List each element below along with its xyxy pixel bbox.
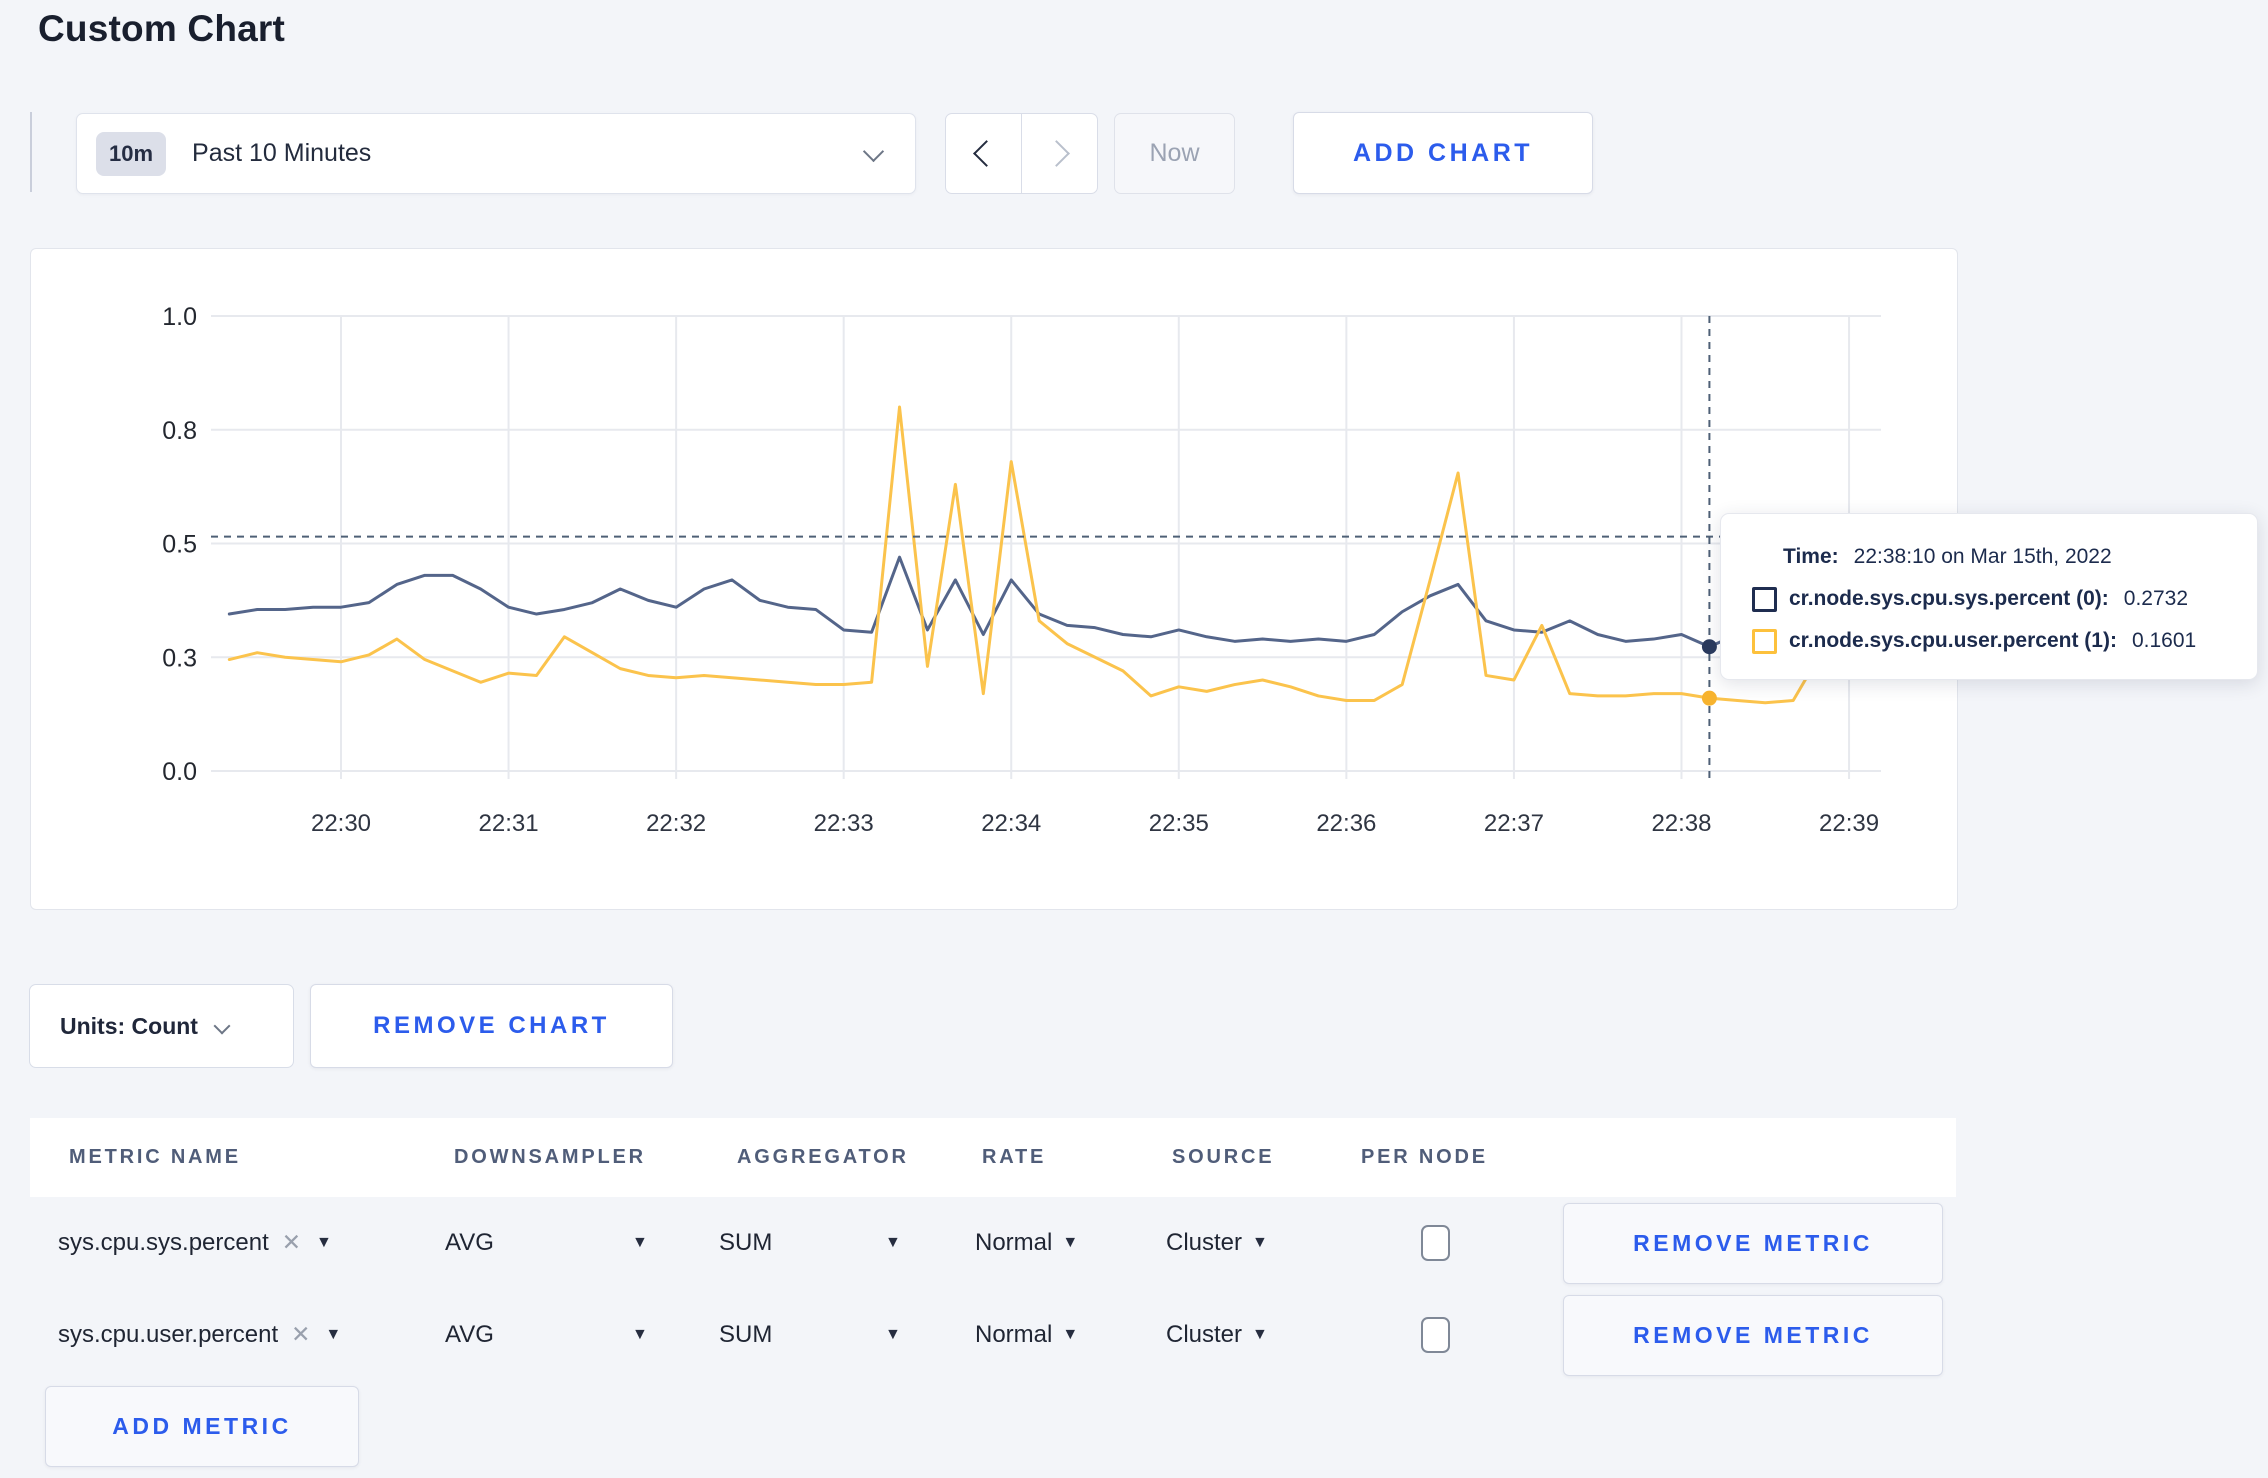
col-header-per-node: PER NODE bbox=[1361, 1146, 1488, 1168]
per-node-checkbox[interactable] bbox=[1421, 1224, 1450, 1261]
sys-series-swatch-icon bbox=[1752, 586, 1777, 612]
chevron-right-icon bbox=[1043, 140, 1070, 167]
chevron-left-icon bbox=[973, 140, 1000, 167]
metric-name-cell[interactable]: sys.cpu.user.percent ✕ ▼ bbox=[58, 1295, 341, 1374]
units-select[interactable]: Units: Count bbox=[29, 984, 294, 1068]
time-range-label: Past 10 Minutes bbox=[192, 139, 372, 167]
svg-text:22:30: 22:30 bbox=[311, 810, 371, 837]
svg-text:22:31: 22:31 bbox=[479, 810, 539, 837]
chevron-down-icon: ▼ bbox=[1252, 1233, 1268, 1251]
rate-label: Normal bbox=[975, 1228, 1053, 1256]
tooltip-series-row: cr.node.sys.cpu.user.percent (1): 0.1601 bbox=[1721, 620, 2257, 662]
metric-name-label: sys.cpu.sys.percent bbox=[58, 1228, 269, 1256]
metrics-table-header: METRIC NAME DOWNSAMPLER AGGREGATOR RATE … bbox=[30, 1118, 1956, 1197]
chevron-down-icon: ▼ bbox=[1252, 1325, 1268, 1343]
aggregator-caret[interactable]: ▼ bbox=[885, 1203, 901, 1282]
downsampler-select[interactable]: AVG bbox=[445, 1295, 494, 1374]
toolbar-divider bbox=[30, 112, 32, 192]
tooltip-series-row: cr.node.sys.cpu.sys.percent (0): 0.2732 bbox=[1721, 578, 2257, 620]
tooltip-time-label: Time: bbox=[1783, 545, 1839, 568]
downsampler-caret[interactable]: ▼ bbox=[632, 1203, 648, 1282]
tooltip-series-value: 0.1601 bbox=[2131, 629, 2197, 652]
metric-name-label: sys.cpu.user.percent bbox=[58, 1320, 279, 1348]
svg-text:22:35: 22:35 bbox=[1149, 810, 1209, 837]
chevron-down-icon[interactable]: ▼ bbox=[325, 1326, 341, 1344]
tooltip-time-value: 22:38:10 on Mar 15th, 2022 bbox=[1853, 545, 2112, 568]
add-metric-button[interactable]: ADD METRIC bbox=[45, 1386, 359, 1467]
svg-text:0.0: 0.0 bbox=[162, 758, 197, 786]
chart-hover-tooltip: Time: 22:38:10 on Mar 15th, 2022 cr.node… bbox=[1720, 513, 2258, 680]
tooltip-time-row: Time: 22:38:10 on Mar 15th, 2022 bbox=[1721, 536, 2257, 578]
rate-select[interactable]: Normal ▼ bbox=[975, 1295, 1078, 1374]
rate-label: Normal bbox=[975, 1320, 1053, 1348]
chevron-down-icon: ▼ bbox=[1062, 1233, 1079, 1251]
svg-text:22:34: 22:34 bbox=[981, 810, 1041, 837]
col-header-metric-name: METRIC NAME bbox=[69, 1146, 241, 1168]
svg-text:22:36: 22:36 bbox=[1316, 810, 1376, 837]
chart-svg[interactable]: 1.0 0.8 0.5 0.3 0.0 22:30 22:31 22:32 22:33 22:34… bbox=[31, 249, 1957, 909]
svg-text:22:33: 22:33 bbox=[814, 810, 874, 837]
source-select[interactable]: Cluster ▼ bbox=[1166, 1295, 1268, 1374]
table-row: sys.cpu.user.percent ✕ ▼ AVG ▼ SUM ▼ Nor… bbox=[30, 1295, 1956, 1376]
svg-text:0.3: 0.3 bbox=[162, 644, 197, 672]
chevron-down-icon: ▼ bbox=[1062, 1325, 1079, 1343]
aggregator-select[interactable]: SUM bbox=[719, 1295, 772, 1374]
source-label: Cluster bbox=[1166, 1320, 1243, 1348]
aggregator-select[interactable]: SUM bbox=[719, 1203, 772, 1282]
col-header-rate: RATE bbox=[982, 1146, 1047, 1168]
svg-text:22:38: 22:38 bbox=[1651, 810, 1711, 837]
col-header-source: SOURCE bbox=[1172, 1146, 1275, 1168]
add-chart-button[interactable]: ADD CHART bbox=[1293, 112, 1593, 194]
chevron-down-icon: ▼ bbox=[632, 1325, 648, 1343]
remove-metric-button[interactable]: REMOVE METRIC bbox=[1563, 1203, 1943, 1284]
svg-text:22:39: 22:39 bbox=[1819, 810, 1879, 837]
time-nav-group bbox=[945, 113, 1098, 194]
rate-select[interactable]: Normal ▼ bbox=[975, 1203, 1078, 1282]
page-title: Custom Chart bbox=[38, 8, 286, 49]
chevron-down-icon[interactable]: ▼ bbox=[316, 1234, 332, 1252]
remove-chart-button[interactable]: REMOVE CHART bbox=[310, 984, 673, 1068]
downsampler-select[interactable]: AVG bbox=[445, 1203, 494, 1282]
next-time-button[interactable] bbox=[1022, 114, 1097, 193]
clear-metric-icon[interactable]: ✕ bbox=[291, 1321, 310, 1348]
svg-text:22:32: 22:32 bbox=[646, 810, 706, 837]
per-node-cell bbox=[1421, 1295, 1450, 1374]
per-node-cell bbox=[1421, 1203, 1450, 1282]
svg-text:1.0: 1.0 bbox=[162, 303, 197, 331]
aggregator-caret[interactable]: ▼ bbox=[885, 1295, 901, 1374]
svg-text:0.5: 0.5 bbox=[162, 531, 197, 559]
time-range-badge: 10m bbox=[96, 131, 167, 176]
svg-text:0.8: 0.8 bbox=[162, 417, 197, 445]
chevron-down-icon: ▼ bbox=[885, 1233, 901, 1251]
clear-metric-icon[interactable]: ✕ bbox=[282, 1229, 301, 1256]
tooltip-series-label: cr.node.sys.cpu.sys.percent (0): bbox=[1789, 587, 2109, 610]
source-label: Cluster bbox=[1166, 1228, 1243, 1256]
chevron-down-icon: ▼ bbox=[885, 1325, 901, 1343]
tooltip-series-label: cr.node.sys.cpu.user.percent (1): bbox=[1789, 629, 2117, 652]
user-series-swatch-icon bbox=[1752, 628, 1777, 654]
units-label: Units: Count bbox=[60, 1012, 198, 1039]
chart-panel: 1.0 0.8 0.5 0.3 0.0 22:30 22:31 22:32 22:33 22:34… bbox=[30, 248, 1958, 910]
downsampler-caret[interactable]: ▼ bbox=[632, 1295, 648, 1374]
col-header-downsampler: DOWNSAMPLER bbox=[454, 1146, 646, 1168]
remove-metric-button[interactable]: REMOVE METRIC bbox=[1563, 1295, 1943, 1376]
chevron-down-icon bbox=[213, 1017, 231, 1035]
svg-text:22:37: 22:37 bbox=[1484, 810, 1544, 837]
tooltip-series-value: 0.2732 bbox=[2123, 587, 2189, 610]
metric-name-cell[interactable]: sys.cpu.sys.percent ✕ ▼ bbox=[58, 1203, 332, 1282]
source-select[interactable]: Cluster ▼ bbox=[1166, 1203, 1268, 1282]
per-node-checkbox[interactable] bbox=[1421, 1316, 1450, 1353]
now-button[interactable]: Now bbox=[1114, 113, 1235, 194]
chevron-down-icon: ▼ bbox=[632, 1233, 648, 1251]
time-range-select[interactable]: 10m Past 10 Minutes bbox=[76, 113, 916, 194]
prev-time-button[interactable] bbox=[946, 114, 1022, 193]
table-row: sys.cpu.sys.percent ✕ ▼ AVG ▼ SUM ▼ Norm… bbox=[30, 1203, 1956, 1284]
chevron-down-icon bbox=[862, 140, 885, 163]
col-header-aggregator: AGGREGATOR bbox=[737, 1146, 909, 1168]
